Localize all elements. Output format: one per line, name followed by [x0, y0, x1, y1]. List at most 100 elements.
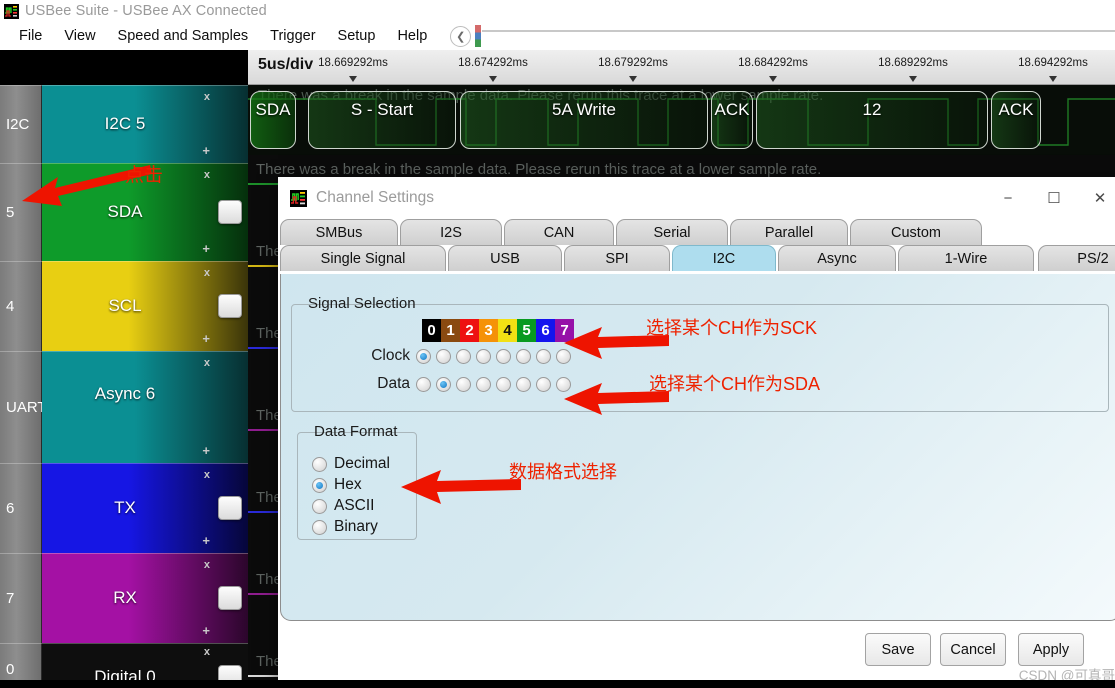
channel-row-scl[interactable]: 4 x SCL +: [0, 261, 248, 351]
close-icon[interactable]: x: [204, 357, 210, 369]
close-icon[interactable]: ✕: [1077, 177, 1115, 219]
menubar: File View Speed and Samples Trigger Setu…: [0, 22, 1115, 50]
tick-label: 18.689292ms: [878, 57, 948, 69]
clock-radio-2[interactable]: [456, 348, 471, 364]
channel-row-rx[interactable]: 7 x RX +: [0, 553, 248, 643]
row-divider: [0, 85, 248, 86]
channel-gutter-label[interactable]: UART: [0, 351, 47, 463]
close-icon[interactable]: x: [204, 267, 210, 279]
format-option-decimal[interactable]: Decimal: [312, 455, 390, 473]
channel-gutter-label[interactable]: I2C: [0, 85, 42, 163]
channel-gutter-label[interactable]: 6: [0, 463, 42, 553]
data-radio-3[interactable]: [476, 376, 491, 392]
tick-mark: [629, 76, 637, 82]
clock-radio-4[interactable]: [496, 348, 511, 364]
timeline-ruler[interactable]: 5us/div 18.669292ms 18.674292ms 18.67929…: [248, 50, 1115, 85]
plus-icon[interactable]: +: [202, 143, 210, 158]
clock-signal-row: Clock: [352, 347, 575, 365]
tab-single-signal[interactable]: Single Signal: [280, 245, 446, 271]
packet-ack-1[interactable]: ACK: [711, 91, 753, 149]
packet-address[interactable]: 5A Write: [460, 91, 708, 149]
save-button[interactable]: Save: [865, 633, 931, 666]
tab-i2c[interactable]: I2C: [672, 245, 776, 271]
menu-file[interactable]: File: [8, 26, 53, 46]
row-divider: [0, 553, 248, 554]
data-radio-6[interactable]: [536, 376, 551, 392]
tab-can[interactable]: CAN: [504, 219, 614, 245]
plus-icon[interactable]: +: [202, 443, 210, 458]
format-option-hex[interactable]: Hex: [312, 476, 390, 494]
channel-row-i2c5[interactable]: I2C x I2C 5 +: [0, 85, 248, 163]
tab-1-wire[interactable]: 1-Wire: [898, 245, 1034, 271]
menu-view[interactable]: View: [53, 26, 106, 46]
cancel-button[interactable]: Cancel: [940, 633, 1006, 666]
channel-gutter-label[interactable]: 7: [0, 553, 42, 643]
channel-body[interactable]: x TX +: [42, 463, 248, 553]
maximize-icon[interactable]: ☐: [1031, 177, 1077, 219]
hex-radio[interactable]: [312, 477, 327, 493]
menu-trigger[interactable]: Trigger: [259, 26, 326, 46]
plus-icon[interactable]: +: [202, 533, 210, 548]
swatch-0: 0: [422, 319, 441, 342]
packet-start[interactable]: S - Start: [308, 91, 456, 149]
channel-body[interactable]: x I2C 5 +: [42, 85, 248, 163]
tab-i2s[interactable]: I2S: [400, 219, 502, 245]
packet-ack-2[interactable]: ACK: [991, 91, 1041, 149]
channel-enable-checkbox[interactable]: [218, 294, 242, 318]
swatch-5: 5: [517, 319, 536, 342]
minimize-icon[interactable]: −: [985, 177, 1031, 219]
plus-icon[interactable]: +: [202, 623, 210, 638]
chevron-left-icon[interactable]: ❮: [450, 25, 472, 47]
data-radio-4[interactable]: [496, 376, 511, 392]
decimal-radio[interactable]: [312, 456, 327, 472]
data-radio-0[interactable]: [416, 376, 431, 392]
data-radio-2[interactable]: [456, 376, 471, 392]
channel-gutter-label[interactable]: 4: [0, 261, 42, 351]
plus-icon[interactable]: +: [202, 331, 210, 346]
channel-row-tx[interactable]: 6 x TX +: [0, 463, 248, 553]
apply-button[interactable]: Apply: [1018, 633, 1084, 666]
clock-radio-3[interactable]: [476, 348, 491, 364]
plus-icon[interactable]: +: [202, 241, 210, 256]
menu-help[interactable]: Help: [386, 26, 438, 46]
tab-parallel[interactable]: Parallel: [730, 219, 848, 245]
close-icon[interactable]: x: [204, 169, 210, 181]
clock-radio-6[interactable]: [536, 348, 551, 364]
tab-smbus[interactable]: SMBus: [280, 219, 398, 245]
waveform-logo-icon: [4, 3, 19, 19]
packet-data[interactable]: 12: [756, 91, 988, 149]
format-option-ascii[interactable]: ASCII: [312, 497, 390, 515]
tab-custom[interactable]: Custom: [850, 219, 982, 245]
data-radio-5[interactable]: [516, 376, 531, 392]
tick-label: 18.674292ms: [458, 57, 528, 69]
channel-body[interactable]: x Async 6 +: [42, 351, 248, 463]
clock-radio-1[interactable]: [436, 348, 451, 364]
tab-spi[interactable]: SPI: [564, 245, 670, 271]
channel-enable-checkbox[interactable]: [218, 586, 242, 610]
close-icon[interactable]: x: [204, 91, 210, 103]
close-icon[interactable]: x: [204, 646, 210, 658]
clock-radio-5[interactable]: [516, 348, 531, 364]
close-icon[interactable]: x: [204, 469, 210, 481]
menu-speed-and-samples[interactable]: Speed and Samples: [107, 26, 260, 46]
tab-usb[interactable]: USB: [448, 245, 562, 271]
ascii-label: ASCII: [334, 497, 375, 514]
channel-settings-dialog[interactable]: Channel Settings − ☐ ✕ SMBus I2S CAN Ser…: [278, 177, 1115, 688]
clock-radio-0[interactable]: [416, 348, 431, 364]
channel-enable-checkbox[interactable]: [218, 200, 242, 224]
data-radio-1[interactable]: [436, 376, 451, 392]
sda-decoded-lane[interactable]: There was a break in the sample data. Pl…: [248, 85, 1115, 155]
menu-setup[interactable]: Setup: [327, 26, 387, 46]
channel-body[interactable]: x SCL +: [42, 261, 248, 351]
tab-serial[interactable]: Serial: [616, 219, 728, 245]
channel-body[interactable]: x RX +: [42, 553, 248, 643]
format-option-binary[interactable]: Binary: [312, 518, 390, 536]
dialog-titlebar[interactable]: Channel Settings − ☐ ✕: [278, 177, 1115, 219]
binary-radio[interactable]: [312, 519, 327, 535]
close-icon[interactable]: x: [204, 559, 210, 571]
ascii-radio[interactable]: [312, 498, 327, 514]
tab-ps2[interactable]: PS/2: [1038, 245, 1115, 271]
channel-enable-checkbox[interactable]: [218, 496, 242, 520]
channel-row-async6[interactable]: UART x Async 6 +: [0, 351, 248, 463]
tab-async[interactable]: Async: [778, 245, 896, 271]
